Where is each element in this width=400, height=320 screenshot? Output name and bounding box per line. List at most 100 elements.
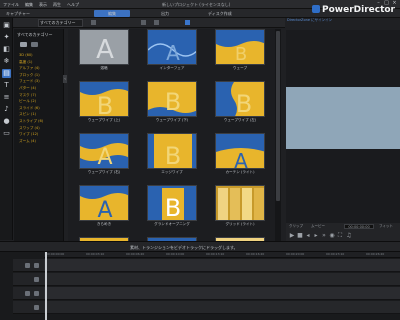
stop-icon[interactable]: ■ [297,233,303,239]
category-item[interactable]: マスク (7) [19,92,43,99]
grid-view-icon[interactable] [185,20,190,25]
video-track-2[interactable] [44,287,400,300]
transition-preview-image[interactable]: A [147,29,197,65]
category-item[interactable]: ストライプ (6) [19,118,43,125]
transition-preview-graphic: A [80,134,128,168]
chapter-room-icon[interactable]: ≡ [2,93,11,102]
play-icon[interactable]: ▶ [289,233,295,239]
directorzone-link[interactable]: DirectorZone にサインイン [287,18,332,23]
folder-icon[interactable] [20,42,27,47]
category-item[interactable]: ブロック (1) [19,72,43,79]
category-item[interactable]: ピール (2) [19,98,43,105]
transition-thumbnail[interactable]: B ウェーブワイプ (上) [78,81,130,126]
particle-room-icon[interactable]: ❄ [2,57,11,66]
transition-thumbnail[interactable]: A きらめき [78,185,130,230]
transition-preview-image[interactable]: B [147,81,197,117]
transition-thumbnail[interactable]: A 溶暗 [78,29,130,74]
new-folder-icon[interactable] [31,42,38,47]
transition-preview-image[interactable]: B [215,81,265,117]
menu-play[interactable]: 再生 [50,0,64,9]
lock-icon[interactable] [34,291,39,296]
transition-thumbnail[interactable]: B エッジワイプ [146,133,198,178]
transition-thumbnail[interactable]: B ウェーブワイプ (下) [146,81,198,126]
track-header-video-2[interactable] [13,287,44,300]
next-frame-icon[interactable]: ▸ [313,233,319,239]
transition-thumbnail[interactable]: A インターフェア [146,29,198,74]
transition-preview-image[interactable]: A [79,29,129,65]
tab-produce[interactable]: 出力 [158,10,172,17]
category-panel-title: すべてのカテゴリー [17,32,53,37]
transition-preview-image[interactable]: B [79,81,129,117]
transition-thumbnail[interactable]: A カーテン (ライト) [214,133,266,178]
snapshot-icon[interactable]: ◉ [329,233,335,239]
track-header-video-1[interactable] [13,259,44,272]
transition-preview-image[interactable]: A [215,133,265,169]
audio-room-icon[interactable]: ♪ [2,105,11,114]
category-item[interactable]: フェード (3) [19,78,43,85]
menu-file[interactable]: ファイル [0,0,22,9]
category-item[interactable]: スピン (1) [19,111,43,118]
voiceover-room-icon[interactable]: ● [2,117,11,126]
list-view-icon[interactable] [154,20,159,25]
tab-capture[interactable]: キャプチャー [3,10,33,17]
fast-forward-icon[interactable]: » [321,233,327,239]
ruler-tick-label: 00:00:20:00 [286,252,305,256]
title-room-icon[interactable]: T [2,81,11,90]
fit-dropdown[interactable]: フィット [379,224,393,229]
video-track-1[interactable] [44,259,400,272]
lock-icon[interactable] [34,263,39,268]
transition-thumbnail[interactable]: B ウェーブ [214,29,266,74]
transition-preview-image[interactable]: A [79,185,129,221]
playhead[interactable] [45,252,47,320]
volume-icon[interactable]: ♫ [346,233,352,239]
pip-room-icon[interactable]: ◧ [2,45,11,54]
transition-preview-graphic: A [148,30,196,65]
clip-mode[interactable]: クリップ [289,224,303,229]
menu-edit[interactable]: 編集 [22,0,36,9]
effect-room-icon[interactable]: ✦ [2,33,11,42]
transition-preview-image[interactable]: B [147,185,197,221]
subtitle-room-icon[interactable]: ▭ [2,129,11,138]
menu-view[interactable]: 表示 [36,0,50,9]
category-item[interactable]: スライド (6) [19,105,43,112]
chevron-down-icon[interactable] [91,20,96,25]
transition-thumbnail[interactable]: A ウェーブワイプ (右) [78,133,130,178]
category-item[interactable]: スワップ (4) [19,125,43,132]
time-ruler[interactable]: 00:00:00:00 00:00:03:10 00:00:06:20 00:00:1… [44,252,400,258]
svg-text:A: A [97,198,112,221]
category-item[interactable]: ズーム (4) [19,138,43,145]
category-item[interactable]: パター (4) [19,85,43,92]
media-room-icon[interactable]: ▣ [2,21,11,30]
track-header-audio-2[interactable] [13,301,44,314]
tab-create-disc[interactable]: ディスク作成 [205,10,235,17]
library-scrollbar[interactable] [275,29,281,241]
collapse-panel-handle[interactable]: ‹ [63,75,67,83]
audio-track-2[interactable] [44,301,400,314]
transition-room-icon[interactable]: ▤ [2,69,11,78]
category-item[interactable]: 高度 (1) [19,59,43,66]
transition-thumbnail[interactable]: グリッド (ライト) [214,185,266,230]
track-header-audio-1[interactable] [13,273,44,286]
svg-text:A: A [166,41,180,65]
menu-help[interactable]: ヘルプ [64,0,82,9]
category-item[interactable]: 3D (60) [19,52,43,59]
movie-mode[interactable]: ムービー [311,224,325,229]
fullscreen-icon[interactable]: ⛶ [337,233,343,239]
scrollbar-thumb[interactable] [276,31,280,201]
category-item[interactable]: アルファ (4) [19,65,43,72]
transition-preview-image[interactable]: B [147,133,197,169]
transition-preview-image[interactable]: A [79,133,129,169]
prev-frame-icon[interactable]: ◂ [305,233,311,239]
category-item[interactable]: ワイプ (12) [19,131,43,138]
transition-preview-graphic: A [216,134,264,168]
transition-thumbnail[interactable]: B ウェーブワイプ (左) [214,81,266,126]
transition-preview-image[interactable]: B [215,29,265,65]
transition-thumbnail[interactable]: B グランドオープニング [146,185,198,230]
timeline: 00:00:00:00 00:00:03:10 00:00:06:20 00:00:1… [0,252,400,320]
transition-preview-image[interactable] [215,185,265,221]
tab-edit[interactable]: 編集 [94,10,130,17]
audio-track-1[interactable] [44,273,400,286]
svg-text:B: B [236,90,252,117]
transition-preview-graphic: B [80,82,128,116]
import-icon[interactable] [141,20,146,25]
